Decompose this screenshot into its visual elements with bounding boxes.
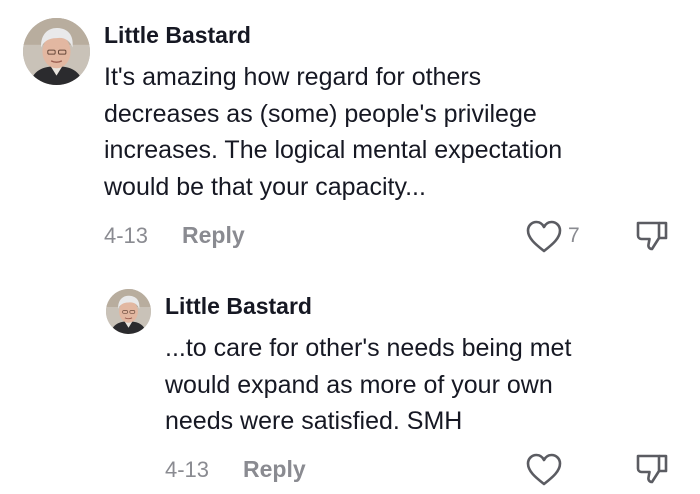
comment-text-line: would expand as more of your own — [165, 370, 553, 399]
comment-text-line: increases. The logical mental expectatio… — [104, 136, 563, 164]
heart-outline-icon — [526, 220, 562, 253]
comment-text-line: decreases as (some) people's privilege — [104, 99, 537, 128]
avatar-image — [23, 18, 90, 85]
comment-text-line: needs were satisfied. SMH — [165, 407, 463, 435]
avatar-image — [106, 289, 151, 334]
dislike-button[interactable] — [635, 452, 669, 486]
comment-text-line: ...to care for other's needs being met — [165, 334, 572, 362]
thumbs-down-outline-icon — [636, 454, 668, 484]
comment-text: It's amazing how regard for others decre… — [104, 59, 562, 205]
comment-username[interactable]: Little Bastard — [165, 293, 312, 320]
thumbs-down-outline-icon — [636, 221, 668, 251]
comment-text: ...to care for other's needs being met w… — [165, 330, 571, 440]
comment-date: 4-13 — [104, 223, 149, 248]
like-button[interactable] — [525, 219, 563, 255]
dislike-button[interactable] — [635, 219, 669, 253]
avatar[interactable] — [23, 18, 90, 85]
comment-username[interactable]: Little Bastard — [104, 22, 251, 49]
comment-text-line: It's amazing how regard for others — [104, 63, 482, 91]
comment-date: 4-13 — [165, 457, 210, 482]
heart-outline-icon — [526, 453, 562, 486]
like-count: 7 — [568, 224, 580, 247]
reply-button[interactable]: Reply — [182, 222, 245, 249]
like-button[interactable] — [525, 452, 563, 488]
comment-text-line: would be that your capacity... — [104, 172, 426, 201]
avatar[interactable] — [106, 289, 151, 334]
reply-button[interactable]: Reply — [243, 456, 306, 483]
